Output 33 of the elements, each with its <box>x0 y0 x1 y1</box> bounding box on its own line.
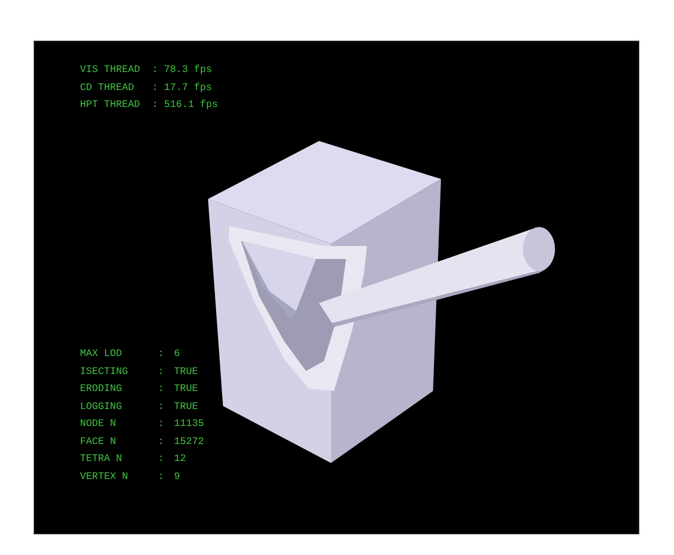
stat-separator: : <box>152 100 160 112</box>
stat-value: TRUE <box>174 402 198 413</box>
stat-label: VIS THREAD <box>80 65 142 76</box>
stat-value: 17.7 fps <box>164 82 212 94</box>
stat-label: ERODING <box>80 384 124 396</box>
stat-label: MAX LOD <box>80 349 124 360</box>
stat-value: 6 <box>174 349 180 360</box>
stat-separator: : <box>152 82 160 94</box>
stat-label: FACE N <box>80 436 118 448</box>
stat-value: 516.1 fps <box>164 100 218 112</box>
stat-separator: : <box>152 65 160 76</box>
stat-separator: : <box>158 454 166 466</box>
stat-value: 78.3 fps <box>164 65 212 76</box>
stat-separator: : <box>158 366 166 378</box>
stat-separator: : <box>158 402 166 413</box>
stat-separator: : <box>158 384 166 396</box>
stat-value: 12 <box>174 454 186 466</box>
stat-label: VERTEX N <box>80 472 130 483</box>
stat-separator: : <box>158 472 166 483</box>
stat-label: LOGGING <box>80 402 124 413</box>
stat-label: CD THREAD <box>80 82 136 94</box>
stat-label: TETRA N <box>80 454 124 466</box>
stat-separator: : <box>158 436 166 448</box>
stat-value: TRUE <box>174 366 198 378</box>
stat-label: ISECTING <box>80 366 130 378</box>
stat-value: TRUE <box>174 384 198 396</box>
stat-label: NODE N <box>80 419 118 430</box>
stat-label: HPT THREAD <box>80 100 142 112</box>
stat-value: 11135 <box>174 419 204 430</box>
stat-separator: : <box>158 419 166 430</box>
stat-value: 15272 <box>174 436 204 448</box>
stat-separator: : <box>158 349 166 360</box>
stat-value: 9 <box>174 472 180 483</box>
